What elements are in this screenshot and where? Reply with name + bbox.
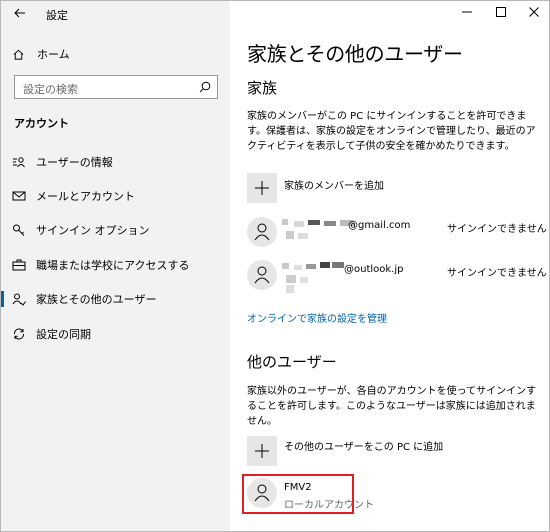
people-icon <box>12 293 26 306</box>
maximize-icon[interactable] <box>493 5 509 19</box>
sidebar-item-label: メールとアカウント <box>36 190 135 203</box>
sidebar-item-label: 職場または学校にアクセスする <box>36 259 190 272</box>
sidebar-item-work-school[interactable]: 職場または学校にアクセスする <box>1 252 230 278</box>
member-status: サインインできません <box>447 224 547 235</box>
manage-family-online-link[interactable]: オンラインで家族の設定を管理 <box>247 310 387 325</box>
briefcase-icon <box>12 259 26 271</box>
main-panel: 家族とその他のユーザー 家族 家族のメンバーがこの PC にサインインすることを… <box>230 1 549 531</box>
user-info-icon <box>13 157 25 168</box>
avatar <box>247 260 277 290</box>
add-other-user-label[interactable]: その他のユーザーをこの PC に追加 <box>284 438 443 453</box>
back-arrow-icon[interactable] <box>10 4 30 22</box>
home-nav[interactable]: ホーム <box>12 45 70 63</box>
sidebar-item-label: ユーザーの情報 <box>36 156 113 169</box>
member-email: @gmail.com <box>348 220 411 231</box>
add-other-user-button[interactable] <box>247 436 277 466</box>
sidebar: 設定 ホーム 設定の検索 アカウント ユーザーの情報 メールとアカウント サイン… <box>1 1 230 531</box>
search-input[interactable]: 設定の検索 <box>14 75 218 99</box>
sync-icon <box>13 328 25 340</box>
plus-icon <box>255 444 269 458</box>
sidebar-section-title: アカウント <box>14 117 69 130</box>
key-icon <box>13 224 25 236</box>
window-title: 設定 <box>46 9 68 22</box>
add-family-member-label[interactable]: 家族のメンバーを追加 <box>284 177 384 192</box>
search-icon[interactable] <box>199 81 211 93</box>
sidebar-item-user-info[interactable]: ユーザーの情報 <box>1 149 230 175</box>
settings-window: 設定 ホーム 設定の検索 アカウント ユーザーの情報 メールとアカウント サイン… <box>0 0 550 532</box>
mail-icon <box>12 191 26 201</box>
home-label: ホーム <box>37 48 70 61</box>
page-title: 家族とその他のユーザー <box>247 42 463 66</box>
avatar <box>247 217 277 247</box>
member-status: サインインできません <box>447 268 547 279</box>
minimize-icon[interactable] <box>459 5 475 19</box>
highlight-box <box>242 474 354 514</box>
sidebar-item-label: サインイン オプション <box>36 224 150 237</box>
sidebar-item-label: 設定の同期 <box>36 328 91 341</box>
member-email: @outlook.jp <box>344 264 404 275</box>
sidebar-item-family[interactable]: 家族とその他のユーザー <box>1 286 230 312</box>
other-users-heading: 他のユーザー <box>247 353 337 371</box>
family-heading: 家族 <box>247 79 278 97</box>
user-icon <box>254 223 270 241</box>
plus-icon <box>255 181 269 195</box>
sidebar-item-signin[interactable]: サインイン オプション <box>1 217 230 243</box>
sidebar-item-label: 家族とその他のユーザー <box>36 293 157 306</box>
other-users-description: 家族以外のユーザーが、各自のアカウントを使ってサインインすることを許可します。こ… <box>247 386 537 427</box>
sidebar-item-email[interactable]: メールとアカウント <box>1 183 230 209</box>
family-description: 家族のメンバーがこの PC にサインインすることを許可できます。保護者は、家族の… <box>247 111 536 152</box>
home-icon <box>13 49 24 60</box>
add-family-member-button[interactable] <box>247 173 277 203</box>
user-icon <box>254 266 270 284</box>
search-placeholder: 設定の検索 <box>23 83 78 96</box>
close-icon[interactable] <box>526 5 542 19</box>
sidebar-item-sync[interactable]: 設定の同期 <box>1 321 230 347</box>
